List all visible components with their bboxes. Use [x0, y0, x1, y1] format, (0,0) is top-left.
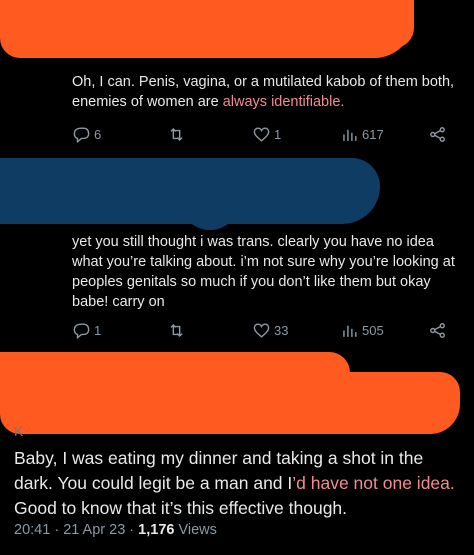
author-handle[interactable]: K [14, 423, 23, 439]
like-icon [253, 126, 270, 142]
share-button[interactable] [428, 321, 447, 340]
like-count: 1 [274, 126, 282, 142]
tweet-date[interactable]: 21 Apr 23 [63, 522, 125, 538]
views-icon [343, 129, 357, 141]
tweet1-text: Oh, I can. Penis, vagina, or a mutilated… [72, 72, 467, 112]
separator-dot: · [129, 522, 139, 538]
like-button[interactable]: 33 [252, 321, 340, 340]
main-text-part2: Good to know that it’s this effective th… [14, 498, 348, 518]
views-icon [343, 325, 357, 337]
views-count: 505 [362, 322, 384, 338]
views-label: Views [178, 522, 217, 538]
share-button[interactable] [428, 125, 447, 144]
share-icon [430, 126, 445, 142]
like-icon [253, 322, 270, 338]
main-highlight[interactable]: ’d have not one idea. [292, 473, 455, 493]
views-button[interactable]: 505 [340, 321, 428, 340]
like-button[interactable]: 1 [252, 125, 340, 144]
reply-count: 6 [94, 126, 102, 142]
redaction-top [0, 0, 414, 58]
reply-icon [73, 322, 90, 339]
reply-button[interactable]: 6 [72, 125, 167, 144]
redaction-blue-tail [180, 200, 240, 230]
retweet-icon [170, 127, 183, 141]
tweet2-actions: 1 33 505 [72, 318, 452, 342]
redaction-main-2 [0, 372, 460, 434]
retweet-button[interactable] [167, 125, 252, 144]
reply-count: 1 [94, 322, 102, 338]
separator-dot: · [54, 522, 64, 538]
tweet-meta: 20:41 · 21 Apr 23 · 1,176 Views [14, 522, 217, 538]
tweet-time[interactable]: 20:41 [14, 522, 50, 538]
views-total: 1,176 [138, 522, 175, 538]
retweet-button[interactable] [167, 321, 252, 340]
retweet-icon [170, 323, 183, 337]
views-count: 617 [362, 126, 384, 142]
redaction-top-right [360, 0, 414, 48]
share-icon [430, 322, 445, 338]
views-button[interactable]: 617 [340, 125, 428, 144]
main-tweet-text: Baby, I was eating my dinner and taking … [14, 446, 464, 521]
tweet1-actions: 6 1 617 [72, 122, 452, 146]
like-count: 33 [274, 322, 289, 338]
reply-icon [73, 126, 90, 143]
reply-button[interactable]: 1 [72, 321, 167, 340]
tweet1-highlight[interactable]: always identifiable. [223, 94, 345, 110]
tweet2-text: yet you still thought i was trans. clear… [72, 234, 455, 310]
